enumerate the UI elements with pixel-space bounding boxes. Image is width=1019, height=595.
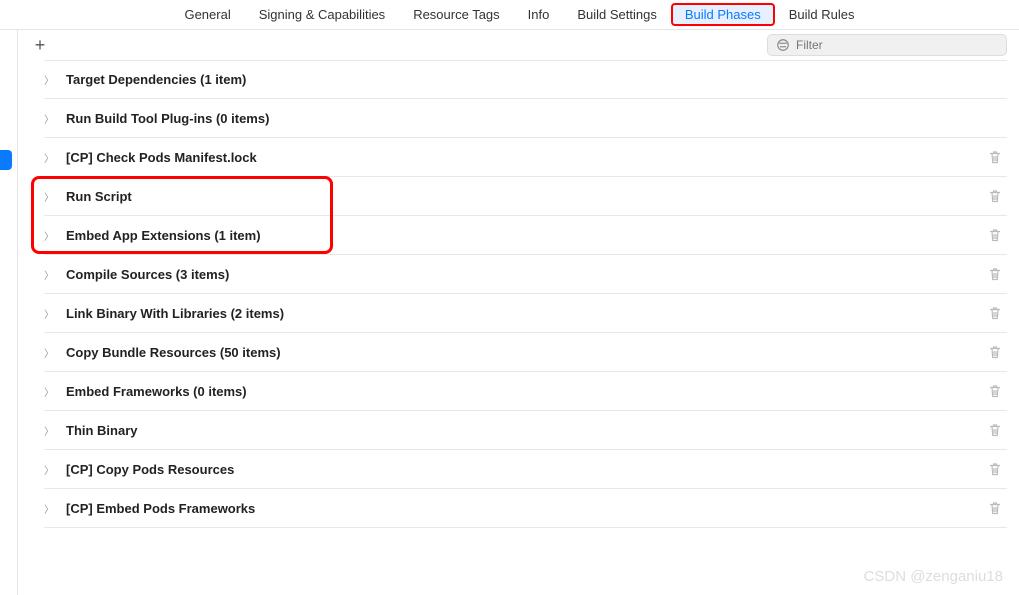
phase-title: [CP] Copy Pods Resources — [66, 462, 987, 477]
phase-row[interactable]: 〉 Target Dependencies (1 item) — [44, 60, 1007, 99]
sidebar — [0, 30, 18, 595]
chevron-right-icon[interactable]: 〉 — [44, 189, 56, 204]
sidebar-selection-marker — [0, 150, 12, 170]
chevron-right-icon[interactable]: 〉 — [44, 228, 56, 243]
phase-title: Target Dependencies (1 item) — [66, 72, 1003, 87]
phase-row[interactable]: 〉 Compile Sources (3 items) — [44, 255, 1007, 294]
phase-title: Run Script — [66, 189, 987, 204]
filter-input[interactable] — [796, 38, 998, 52]
tab-bar: General Signing & Capabilities Resource … — [0, 0, 1019, 30]
phase-row[interactable]: 〉 [CP] Check Pods Manifest.lock — [44, 138, 1007, 177]
toolbar: + — [18, 30, 1019, 60]
phase-row[interactable]: 〉 Run Script — [44, 177, 1007, 216]
phase-title: Run Build Tool Plug-ins (0 items) — [66, 111, 1003, 126]
chevron-right-icon[interactable]: 〉 — [44, 384, 56, 399]
phase-title: [CP] Embed Pods Frameworks — [66, 501, 987, 516]
phases-list: 〉 Target Dependencies (1 item) 〉 Run Build … — [18, 60, 1019, 595]
chevron-right-icon[interactable]: 〉 — [44, 111, 56, 126]
tab-signing[interactable]: Signing & Capabilities — [245, 3, 399, 26]
phase-title: Embed Frameworks (0 items) — [66, 384, 987, 399]
chevron-right-icon[interactable]: 〉 — [44, 423, 56, 438]
phase-title: [CP] Check Pods Manifest.lock — [66, 150, 987, 165]
add-button[interactable]: + — [30, 35, 50, 56]
phase-title: Compile Sources (3 items) — [66, 267, 987, 282]
phase-title: Copy Bundle Resources (50 items) — [66, 345, 987, 360]
trash-icon[interactable] — [987, 266, 1003, 282]
filter-icon — [776, 38, 790, 52]
phase-row[interactable]: 〉 [CP] Embed Pods Frameworks — [44, 489, 1007, 528]
trash-icon[interactable] — [987, 461, 1003, 477]
trash-icon[interactable] — [987, 305, 1003, 321]
tab-build-phases[interactable]: Build Phases — [671, 3, 775, 26]
trash-icon[interactable] — [987, 227, 1003, 243]
tab-build-rules[interactable]: Build Rules — [775, 3, 869, 26]
chevron-right-icon[interactable]: 〉 — [44, 345, 56, 360]
trash-icon[interactable] — [987, 422, 1003, 438]
phase-row[interactable]: 〉 Link Binary With Libraries (2 items) — [44, 294, 1007, 333]
phase-title: Thin Binary — [66, 423, 987, 438]
chevron-right-icon[interactable]: 〉 — [44, 150, 56, 165]
trash-icon[interactable] — [987, 383, 1003, 399]
phase-row[interactable]: 〉 Embed App Extensions (1 item) — [44, 216, 1007, 255]
chevron-right-icon[interactable]: 〉 — [44, 306, 56, 321]
phase-title: Embed App Extensions (1 item) — [66, 228, 987, 243]
phase-row[interactable]: 〉 [CP] Copy Pods Resources — [44, 450, 1007, 489]
tab-build-settings[interactable]: Build Settings — [563, 3, 671, 26]
phase-row[interactable]: 〉 Copy Bundle Resources (50 items) — [44, 333, 1007, 372]
trash-icon[interactable] — [987, 500, 1003, 516]
chevron-right-icon[interactable]: 〉 — [44, 72, 56, 87]
phase-row[interactable]: 〉 Thin Binary — [44, 411, 1007, 450]
chevron-right-icon[interactable]: 〉 — [44, 501, 56, 516]
tab-resource-tags[interactable]: Resource Tags — [399, 3, 513, 26]
filter-field[interactable] — [767, 34, 1007, 56]
tab-info[interactable]: Info — [514, 3, 564, 26]
phase-row[interactable]: 〉 Run Build Tool Plug-ins (0 items) — [44, 99, 1007, 138]
chevron-right-icon[interactable]: 〉 — [44, 267, 56, 282]
watermark: CSDN @zenganiu18 — [864, 568, 1003, 585]
trash-icon[interactable] — [987, 344, 1003, 360]
trash-icon[interactable] — [987, 149, 1003, 165]
tab-general[interactable]: General — [170, 3, 244, 26]
phase-row[interactable]: 〉 Embed Frameworks (0 items) — [44, 372, 1007, 411]
phase-title: Link Binary With Libraries (2 items) — [66, 306, 987, 321]
chevron-right-icon[interactable]: 〉 — [44, 462, 56, 477]
trash-icon[interactable] — [987, 188, 1003, 204]
